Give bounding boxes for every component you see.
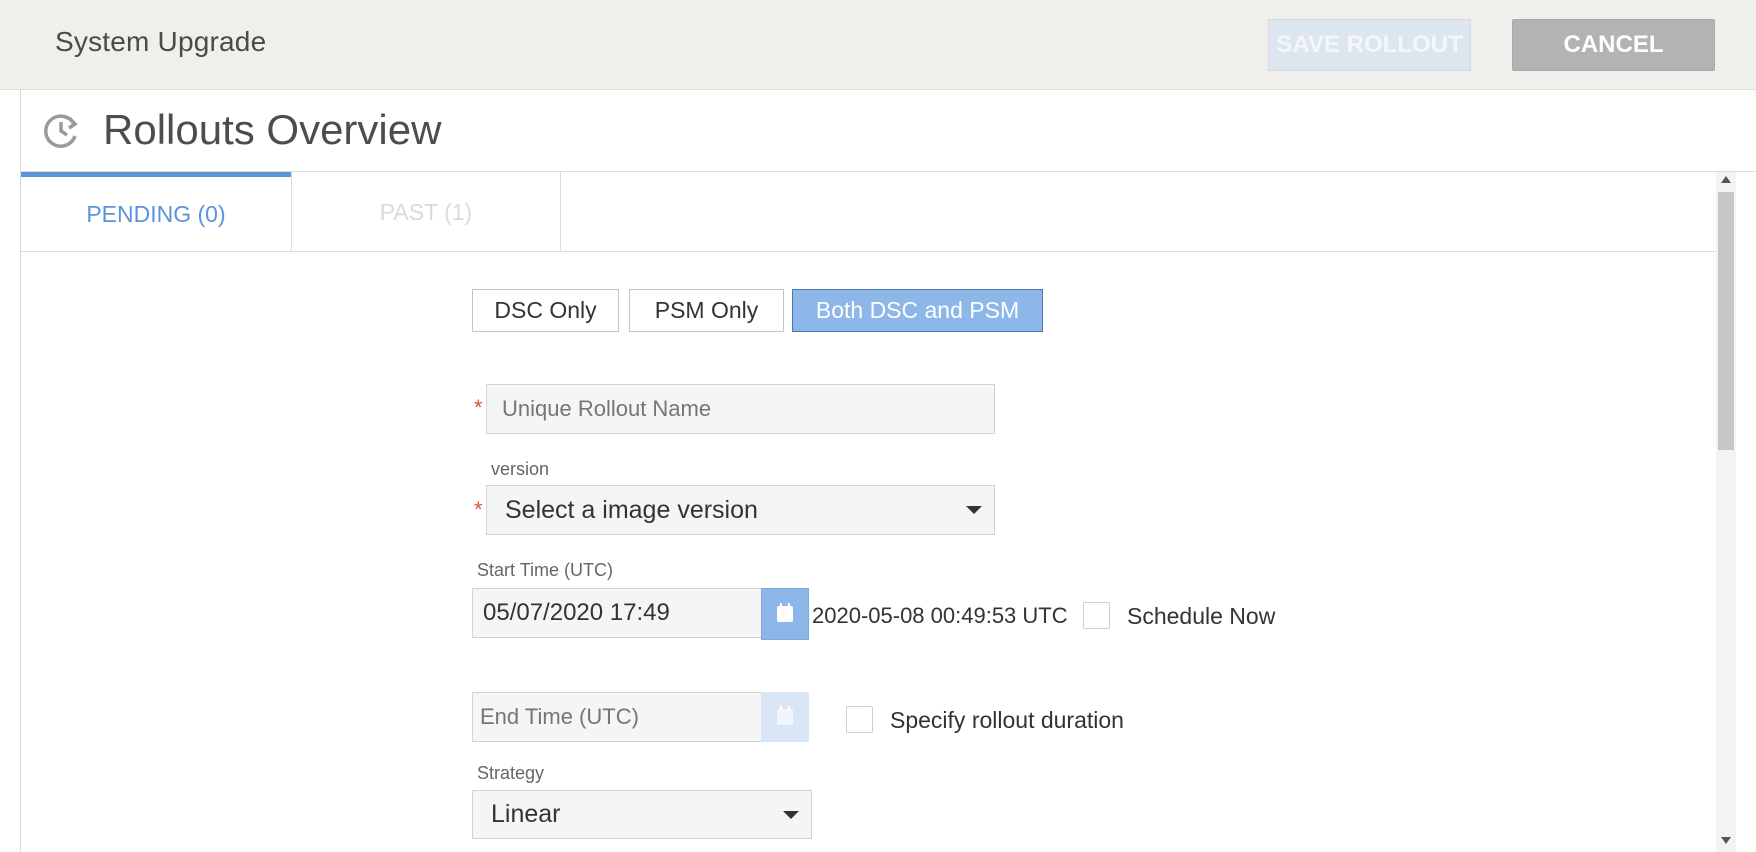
both-dsc-and-psm-button[interactable]: Both DSC and PSM bbox=[792, 289, 1043, 332]
schedule-now-label: Schedule Now bbox=[1127, 603, 1276, 629]
tab-pending[interactable]: PENDING (0) bbox=[21, 172, 291, 252]
calendar-icon bbox=[777, 706, 793, 725]
start-time-value: 05/07/2020 17:49 bbox=[483, 599, 670, 626]
specify-duration-label: Specify rollout duration bbox=[890, 707, 1124, 733]
rollouts-panel: Rollouts Overview PENDING (0) PAST (1) bbox=[20, 90, 1756, 852]
rollout-name-input[interactable] bbox=[486, 384, 995, 434]
schedule-now-checkbox[interactable] bbox=[1083, 602, 1110, 629]
scroll-down-arrow-icon[interactable] bbox=[1721, 837, 1731, 844]
version-select[interactable]: Select a image version bbox=[486, 485, 995, 535]
start-time-input[interactable]: 05/07/2020 17:49 bbox=[472, 588, 762, 638]
end-time-calendar-button[interactable] bbox=[761, 692, 809, 742]
tab-past[interactable]: PAST (1) bbox=[291, 172, 561, 252]
panel-header: Rollouts Overview bbox=[21, 90, 1756, 172]
chevron-down-icon bbox=[966, 506, 982, 514]
version-select-value: Select a image version bbox=[505, 495, 758, 524]
save-rollout-button[interactable]: SAVE ROLLOUT bbox=[1268, 19, 1471, 71]
required-marker: * bbox=[474, 395, 483, 420]
end-time-input[interactable] bbox=[472, 692, 762, 742]
required-marker: * bbox=[474, 497, 483, 522]
strategy-label: Strategy bbox=[477, 763, 545, 783]
panel-title: Rollouts Overview bbox=[103, 106, 442, 153]
cancel-button[interactable]: CANCEL bbox=[1512, 19, 1715, 71]
history-clock-icon bbox=[44, 114, 78, 148]
vertical-scrollbar[interactable] bbox=[1716, 172, 1736, 852]
scroll-thumb[interactable] bbox=[1718, 192, 1734, 450]
start-time-utc-display: 2020-05-08 00:49:53 UTC bbox=[812, 603, 1068, 628]
start-time-label: Start Time (UTC) bbox=[477, 560, 614, 580]
specify-duration-checkbox[interactable] bbox=[846, 706, 873, 733]
version-label: version bbox=[491, 459, 550, 479]
calendar-icon bbox=[777, 603, 793, 622]
rollout-tabs: PENDING (0) PAST (1) bbox=[21, 172, 1716, 252]
chevron-down-icon bbox=[783, 811, 799, 819]
strategy-select-value: Linear bbox=[491, 800, 561, 828]
start-time-calendar-button[interactable] bbox=[761, 588, 809, 640]
dsc-only-button[interactable]: DSC Only bbox=[472, 289, 619, 332]
psm-only-button[interactable]: PSM Only bbox=[629, 289, 784, 332]
top-header: System Upgrade SAVE ROLLOUT CANCEL bbox=[0, 0, 1756, 90]
scroll-up-arrow-icon[interactable] bbox=[1721, 176, 1731, 183]
strategy-select[interactable]: Linear bbox=[472, 790, 812, 839]
page-title: System Upgrade bbox=[55, 26, 267, 57]
